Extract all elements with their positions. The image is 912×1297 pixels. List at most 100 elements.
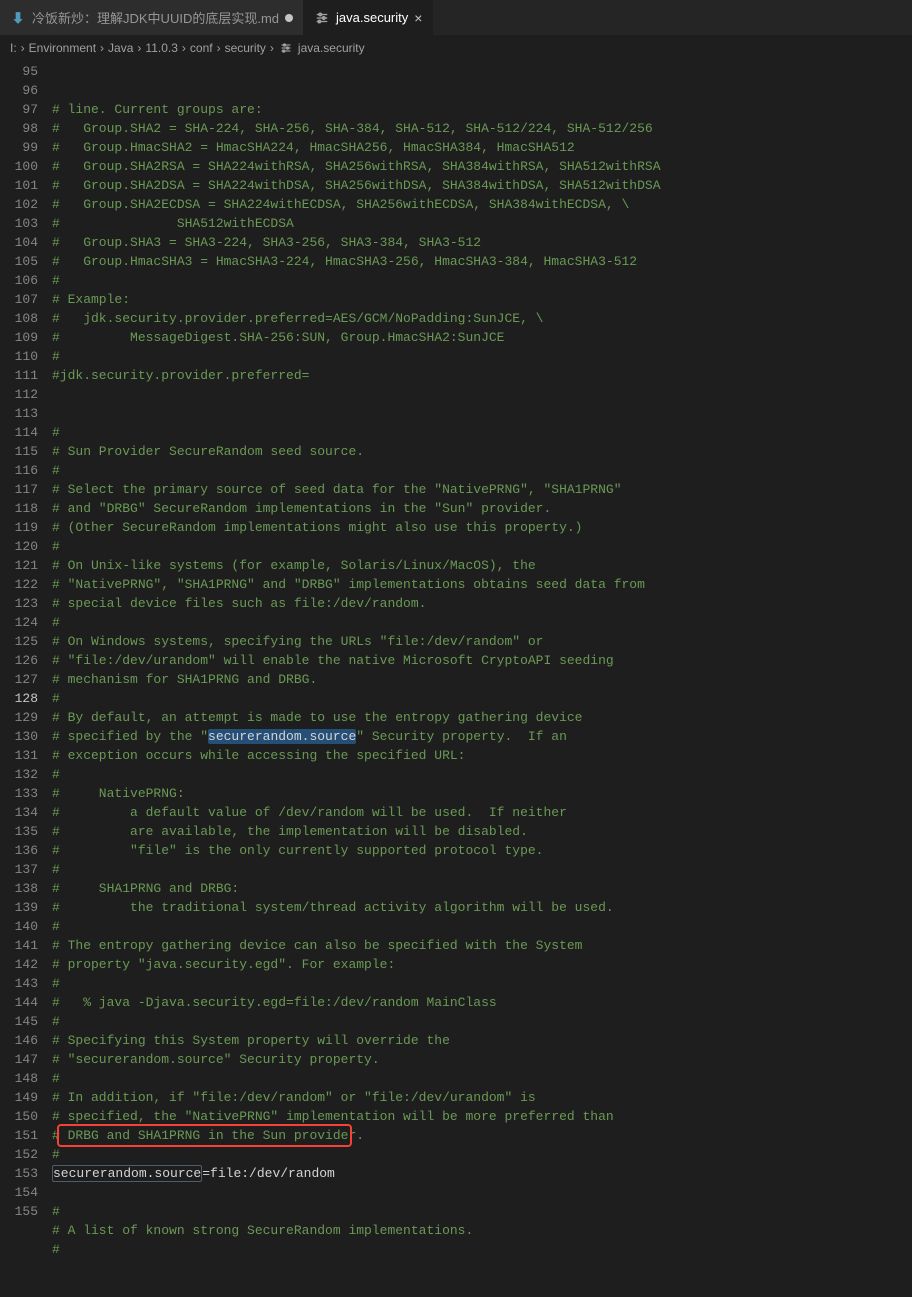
code-line[interactable]: # Group.SHA2 = SHA-224, SHA-256, SHA-384… xyxy=(52,119,912,138)
chevron-right-icon: › xyxy=(217,41,221,55)
code-line[interactable]: # NativePRNG: xyxy=(52,784,912,803)
code-line[interactable]: # property "java.security.egd". For exam… xyxy=(52,955,912,974)
line-number: 135 xyxy=(0,822,38,841)
line-number: 119 xyxy=(0,518,38,537)
line-number: 100 xyxy=(0,157,38,176)
code-line[interactable]: #jdk.security.provider.preferred= xyxy=(52,366,912,385)
code-line[interactable]: # On Unix-like systems (for example, Sol… xyxy=(52,556,912,575)
line-number: 132 xyxy=(0,765,38,784)
code-line[interactable]: # Sun Provider SecureRandom seed source. xyxy=(52,442,912,461)
code-line[interactable] xyxy=(52,1183,912,1202)
code-line[interactable]: # (Other SecureRandom implementations mi… xyxy=(52,518,912,537)
code-line[interactable]: # jdk.security.provider.preferred=AES/GC… xyxy=(52,309,912,328)
line-number: 108 xyxy=(0,309,38,328)
code-line[interactable]: # xyxy=(52,347,912,366)
code-line[interactable]: # The entropy gathering device can also … xyxy=(52,936,912,955)
line-number: 153 xyxy=(0,1164,38,1183)
code-line[interactable]: # "file:/dev/urandom" will enable the na… xyxy=(52,651,912,670)
code-line[interactable]: # xyxy=(52,613,912,632)
line-number: 105 xyxy=(0,252,38,271)
code-line[interactable]: # SHA1PRNG and DRBG: xyxy=(52,879,912,898)
code-content[interactable]: # line. Current groups are:# Group.SHA2 … xyxy=(52,62,912,1297)
line-number: 128 xyxy=(0,689,38,708)
code-line[interactable]: # Group.HmacSHA3 = HmacSHA3-224, HmacSHA… xyxy=(52,252,912,271)
line-number: 137 xyxy=(0,860,38,879)
code-line[interactable]: # Group.HmacSHA2 = HmacSHA224, HmacSHA25… xyxy=(52,138,912,157)
breadcrumb-item[interactable]: 11.0.3 xyxy=(145,41,177,55)
code-line[interactable]: # On Windows systems, specifying the URL… xyxy=(52,632,912,651)
code-line[interactable]: # Group.SHA2DSA = SHA224withDSA, SHA256w… xyxy=(52,176,912,195)
code-line[interactable]: # xyxy=(52,1069,912,1088)
line-number: 154 xyxy=(0,1183,38,1202)
code-line[interactable]: # xyxy=(52,1240,912,1259)
line-number: 146 xyxy=(0,1031,38,1050)
code-line[interactable]: # xyxy=(52,1012,912,1031)
code-line[interactable]: # "file" is the only currently supported… xyxy=(52,841,912,860)
code-line[interactable]: # mechanism for SHA1PRNG and DRBG. xyxy=(52,670,912,689)
code-line[interactable]: # are available, the implementation will… xyxy=(52,822,912,841)
code-line[interactable]: # xyxy=(52,917,912,936)
code-line[interactable]: # exception occurs while accessing the s… xyxy=(52,746,912,765)
code-line[interactable]: # Example: xyxy=(52,290,912,309)
code-line[interactable]: # xyxy=(52,537,912,556)
code-line[interactable]: # and "DRBG" SecureRandom implementation… xyxy=(52,499,912,518)
line-number: 107 xyxy=(0,290,38,309)
code-line[interactable]: # Select the primary source of seed data… xyxy=(52,480,912,499)
code-line[interactable]: # xyxy=(52,1202,912,1221)
code-line[interactable]: # Group.SHA3 = SHA3-224, SHA3-256, SHA3-… xyxy=(52,233,912,252)
code-line[interactable] xyxy=(52,404,912,423)
line-number: 95 xyxy=(0,62,38,81)
line-number: 136 xyxy=(0,841,38,860)
line-number: 117 xyxy=(0,480,38,499)
code-line[interactable]: # Group.SHA2ECDSA = SHA224withECDSA, SHA… xyxy=(52,195,912,214)
breadcrumb-item[interactable]: I: xyxy=(10,41,17,55)
breadcrumb-item[interactable]: java.security xyxy=(278,40,365,56)
close-icon[interactable]: × xyxy=(414,10,422,26)
code-line[interactable]: # SHA512withECDSA xyxy=(52,214,912,233)
code-line[interactable]: # MessageDigest.SHA-256:SUN, Group.HmacS… xyxy=(52,328,912,347)
breadcrumb-item[interactable]: conf xyxy=(190,41,213,55)
code-line[interactable]: # "NativePRNG", "SHA1PRNG" and "DRBG" im… xyxy=(52,575,912,594)
editor[interactable]: 9596979899100101102103104105106107108109… xyxy=(0,60,912,1297)
code-line[interactable]: securerandom.source=file:/dev/random xyxy=(52,1164,912,1183)
code-line[interactable]: # xyxy=(52,461,912,480)
code-line[interactable]: # xyxy=(52,1145,912,1164)
chevron-right-icon: › xyxy=(100,41,104,55)
code-line[interactable]: # a default value of /dev/random will be… xyxy=(52,803,912,822)
breadcrumb-item[interactable]: Java xyxy=(108,41,133,55)
line-number: 99 xyxy=(0,138,38,157)
code-line[interactable]: # special device files such as file:/dev… xyxy=(52,594,912,613)
code-line[interactable]: # % java -Djava.security.egd=file:/dev/r… xyxy=(52,993,912,1012)
code-line[interactable]: # DRBG and SHA1PRNG in the Sun provider. xyxy=(52,1126,912,1145)
line-number: 143 xyxy=(0,974,38,993)
code-line[interactable]: # xyxy=(52,423,912,442)
code-line[interactable]: # specified, the "NativePRNG" implementa… xyxy=(52,1107,912,1126)
code-line[interactable]: # A list of known strong SecureRandom im… xyxy=(52,1221,912,1240)
line-number: 142 xyxy=(0,955,38,974)
code-line[interactable]: # Specifying this System property will o… xyxy=(52,1031,912,1050)
code-line[interactable]: # xyxy=(52,271,912,290)
code-line[interactable]: # xyxy=(52,860,912,879)
code-line[interactable]: # xyxy=(52,974,912,993)
code-line[interactable]: # In addition, if "file:/dev/random" or … xyxy=(52,1088,912,1107)
line-number: 113 xyxy=(0,404,38,423)
tab-java-security[interactable]: java.security × xyxy=(304,0,433,35)
line-number: 118 xyxy=(0,499,38,518)
code-line[interactable]: # specified by the "securerandom.source"… xyxy=(52,727,912,746)
line-number: 110 xyxy=(0,347,38,366)
line-number: 138 xyxy=(0,879,38,898)
line-number: 111 xyxy=(0,366,38,385)
breadcrumb-item[interactable]: Environment xyxy=(29,41,96,55)
code-line[interactable]: # the traditional system/thread activity… xyxy=(52,898,912,917)
line-number: 109 xyxy=(0,328,38,347)
code-line[interactable]: # line. Current groups are: xyxy=(52,100,912,119)
breadcrumb-item[interactable]: security xyxy=(225,41,266,55)
code-line[interactable]: # xyxy=(52,765,912,784)
line-number: 127 xyxy=(0,670,38,689)
code-line[interactable]: # xyxy=(52,689,912,708)
code-line[interactable]: # "securerandom.source" Security propert… xyxy=(52,1050,912,1069)
tab-markdown[interactable]: 冷饭新炒：理解JDK中UUID的底层实现.md xyxy=(0,0,304,35)
code-line[interactable] xyxy=(52,385,912,404)
code-line[interactable]: # By default, an attempt is made to use … xyxy=(52,708,912,727)
code-line[interactable]: # Group.SHA2RSA = SHA224withRSA, SHA256w… xyxy=(52,157,912,176)
